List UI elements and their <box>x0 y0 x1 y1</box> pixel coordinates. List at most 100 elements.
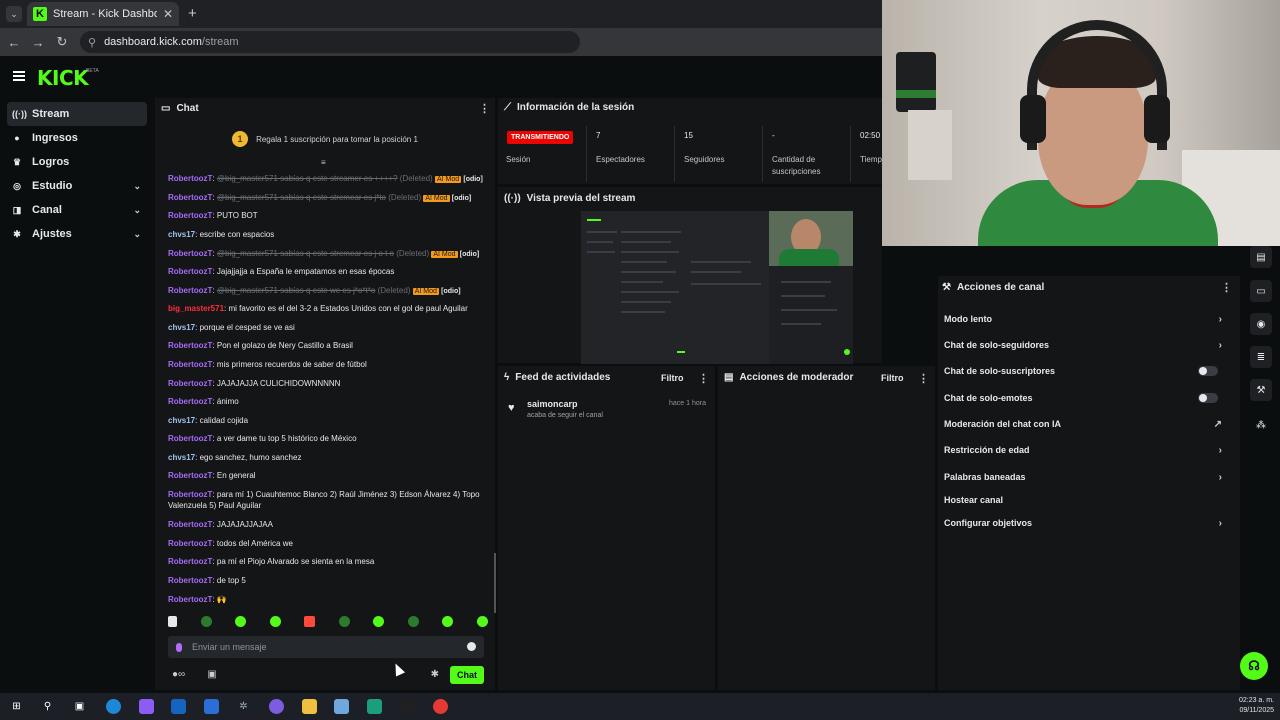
menu-icon[interactable] <box>13 71 25 81</box>
chat-username[interactable]: RobertoozT <box>168 341 212 350</box>
chat-message[interactable]: RobertoozT: todos del América we <box>168 538 486 549</box>
chat-message[interactable]: chvs17: escribe con espacios <box>168 229 486 240</box>
chat-username[interactable]: RobertoozT <box>168 379 212 388</box>
chat-username[interactable]: RobertoozT <box>168 249 212 258</box>
chat-message[interactable]: big_master571: mi favorito es el del 3-2… <box>168 303 486 314</box>
subscribers-only-toggle[interactable] <box>1198 366 1218 376</box>
sidebar-item-estudio[interactable]: ◎ Estudio ⌄ <box>7 174 147 198</box>
support-headset-button[interactable]: ☊ <box>1240 652 1268 680</box>
list-icon[interactable]: ≣ <box>1250 346 1272 368</box>
emote-icon[interactable] <box>407 616 419 627</box>
emote-icon[interactable] <box>235 616 247 627</box>
community-icon[interactable]: ⁂ <box>1250 414 1272 436</box>
chat-username[interactable]: RobertoozT <box>168 286 212 295</box>
sidebar-item-ajustes[interactable]: ✱ Ajustes ⌄ <box>7 222 147 246</box>
emote-icon[interactable] <box>442 616 454 627</box>
chat-username[interactable]: RobertoozT <box>168 174 212 183</box>
chat-username[interactable]: RobertoozT <box>168 557 212 566</box>
task-view-icon[interactable]: ▣ <box>72 699 87 714</box>
chat-input[interactable]: Enviar un mensaje <box>168 636 484 658</box>
close-tab-icon[interactable]: ✕ <box>163 7 173 21</box>
chat-username[interactable]: RobertoozT <box>168 211 212 220</box>
system-clock[interactable]: 02:23 a. m. 09/11/2025 <box>1239 696 1274 716</box>
chat-username[interactable]: RobertoozT <box>168 471 212 480</box>
chat-message[interactable]: RobertoozT: pa mí el Piojo Alvarado se s… <box>168 556 486 567</box>
chat-message[interactable]: RobertoozT: JAJAJAJJA CULICHIDOWNNNNN <box>168 378 486 389</box>
chat-username[interactable]: RobertoozT <box>168 595 212 604</box>
chat-username[interactable]: RobertoozT <box>168 539 212 548</box>
mod-filter-button[interactable]: Filtro <box>881 373 904 383</box>
chat-username[interactable]: RobertoozT <box>168 490 212 499</box>
chat-username[interactable]: RobertoozT <box>168 520 212 529</box>
back-icon[interactable]: ← <box>6 34 22 50</box>
search-icon[interactable]: ⚲ <box>40 699 55 714</box>
chat-message[interactable]: RobertoozT: ánimo <box>168 396 486 407</box>
emote-icon[interactable] <box>476 616 488 627</box>
action-age-restriction[interactable]: Restricción de edad › <box>944 445 1234 456</box>
chat-message[interactable]: RobertoozT: a ver dame tu top 5 históric… <box>168 433 486 444</box>
obs-icon[interactable] <box>400 699 415 714</box>
action-banned-words[interactable]: Palabras baneadas › <box>944 472 1234 483</box>
chat-username[interactable]: chvs17 <box>168 230 195 239</box>
emotes-only-toggle[interactable] <box>1198 393 1218 403</box>
chat-bubble-icon[interactable]: ▭ <box>1250 280 1272 302</box>
site-info-icon[interactable]: ⚲ <box>88 36 96 49</box>
emote-icon[interactable] <box>338 616 350 627</box>
chat-message[interactable]: chvs17: calidad cojida <box>168 415 486 426</box>
action-followers-only[interactable]: Chat de solo-seguidores › <box>944 340 1234 351</box>
dev-app-icon[interactable] <box>367 699 382 714</box>
pinned-sub-banner[interactable]: 1 Regala 1 suscripción para tomar la pos… <box>155 126 495 152</box>
chat-scrollbar[interactable] <box>494 553 496 613</box>
browser-alt-icon[interactable] <box>269 699 284 714</box>
chat-username[interactable]: chvs17 <box>168 416 195 425</box>
chat-options-icon[interactable]: ⋮ <box>479 102 490 115</box>
notes-icon[interactable]: ▤ <box>1250 246 1272 268</box>
browser-tab[interactable]: K Stream - Kick Dashboard ✕ <box>27 2 179 26</box>
file-explorer-icon[interactable] <box>302 699 317 714</box>
action-host-channel[interactable]: Hostear canal <box>944 495 1234 505</box>
action-configure-goals[interactable]: Configurar objetivos › <box>944 518 1234 529</box>
emoji-icon[interactable] <box>467 642 476 651</box>
chat-username[interactable]: RobertoozT <box>168 193 212 202</box>
chat-message[interactable]: RobertoozT: En general <box>168 470 486 481</box>
feed-item-user[interactable]: saimoncarp <box>527 399 578 409</box>
outlook-icon[interactable] <box>171 699 186 714</box>
chat-settings-icon[interactable]: ✱ <box>431 669 439 680</box>
wrench-icon[interactable]: ⚒ <box>1250 379 1272 401</box>
action-ai-moderation[interactable]: Moderación del chat con IA ↗ <box>944 419 1234 430</box>
app-icon[interactable]: ✲ <box>236 699 251 714</box>
chat-message[interactable]: RobertoozT: Pon el golazo de Nery Castil… <box>168 340 486 351</box>
forward-icon[interactable]: → <box>30 34 46 50</box>
copilot-icon[interactable] <box>139 699 154 714</box>
chat-message[interactable]: RobertoozT: para mí 1) Cuauhtemoc Blanco… <box>168 489 486 511</box>
actions-options-icon[interactable]: ⋮ <box>1221 281 1232 294</box>
collapse-pin-icon[interactable]: ≡ <box>321 158 326 167</box>
emote-icon[interactable] <box>269 616 281 627</box>
chat-message[interactable]: RobertoozT: PUTO BOT <box>168 210 486 221</box>
chat-message[interactable]: RobertoozT: @big_master571 sabías q este… <box>168 248 486 260</box>
chat-message[interactable]: chvs17: porque el cesped se ve asi <box>168 322 486 333</box>
emote-picker-icon[interactable] <box>168 616 177 627</box>
kick-logo[interactable]: KICK <box>37 66 89 90</box>
chat-message[interactable]: RobertoozT: @big_master571 sabías q este… <box>168 173 486 185</box>
new-tab-icon[interactable]: + <box>188 5 197 22</box>
chat-message[interactable]: chvs17: ego sanchez, humo sanchez <box>168 452 486 463</box>
action-slow-mode[interactable]: Modo lento › <box>944 314 1234 325</box>
chat-message[interactable]: RobertoozT: de top 5 <box>168 575 486 586</box>
chat-username[interactable]: RobertoozT <box>168 360 212 369</box>
chat-username[interactable]: chvs17 <box>168 323 195 332</box>
chat-message[interactable]: RobertoozT: JAJAJAJJAJAA <box>168 519 486 530</box>
feed-filter-button[interactable]: Filtro <box>661 373 684 383</box>
chat-message[interactable]: RobertoozT: @big_master571 sabías q este… <box>168 192 486 204</box>
send-chat-button[interactable]: Chat <box>450 666 484 684</box>
chat-username[interactable]: RobertoozT <box>168 434 212 443</box>
url-field[interactable]: ⚲ dashboard.kick.com/stream <box>80 31 580 53</box>
chat-username[interactable]: RobertoozT <box>168 576 212 585</box>
store-icon[interactable] <box>204 699 219 714</box>
windows-start-icon[interactable]: ⊞ <box>9 699 24 714</box>
emote-icon[interactable] <box>373 616 385 627</box>
notepad-icon[interactable] <box>334 699 349 714</box>
microphone-icon[interactable] <box>176 642 182 652</box>
chat-message[interactable]: RobertoozT: @big_master571 sabías q este… <box>168 285 486 297</box>
chat-message[interactable]: RobertoozT: mis primeros recuerdos de sa… <box>168 359 486 370</box>
